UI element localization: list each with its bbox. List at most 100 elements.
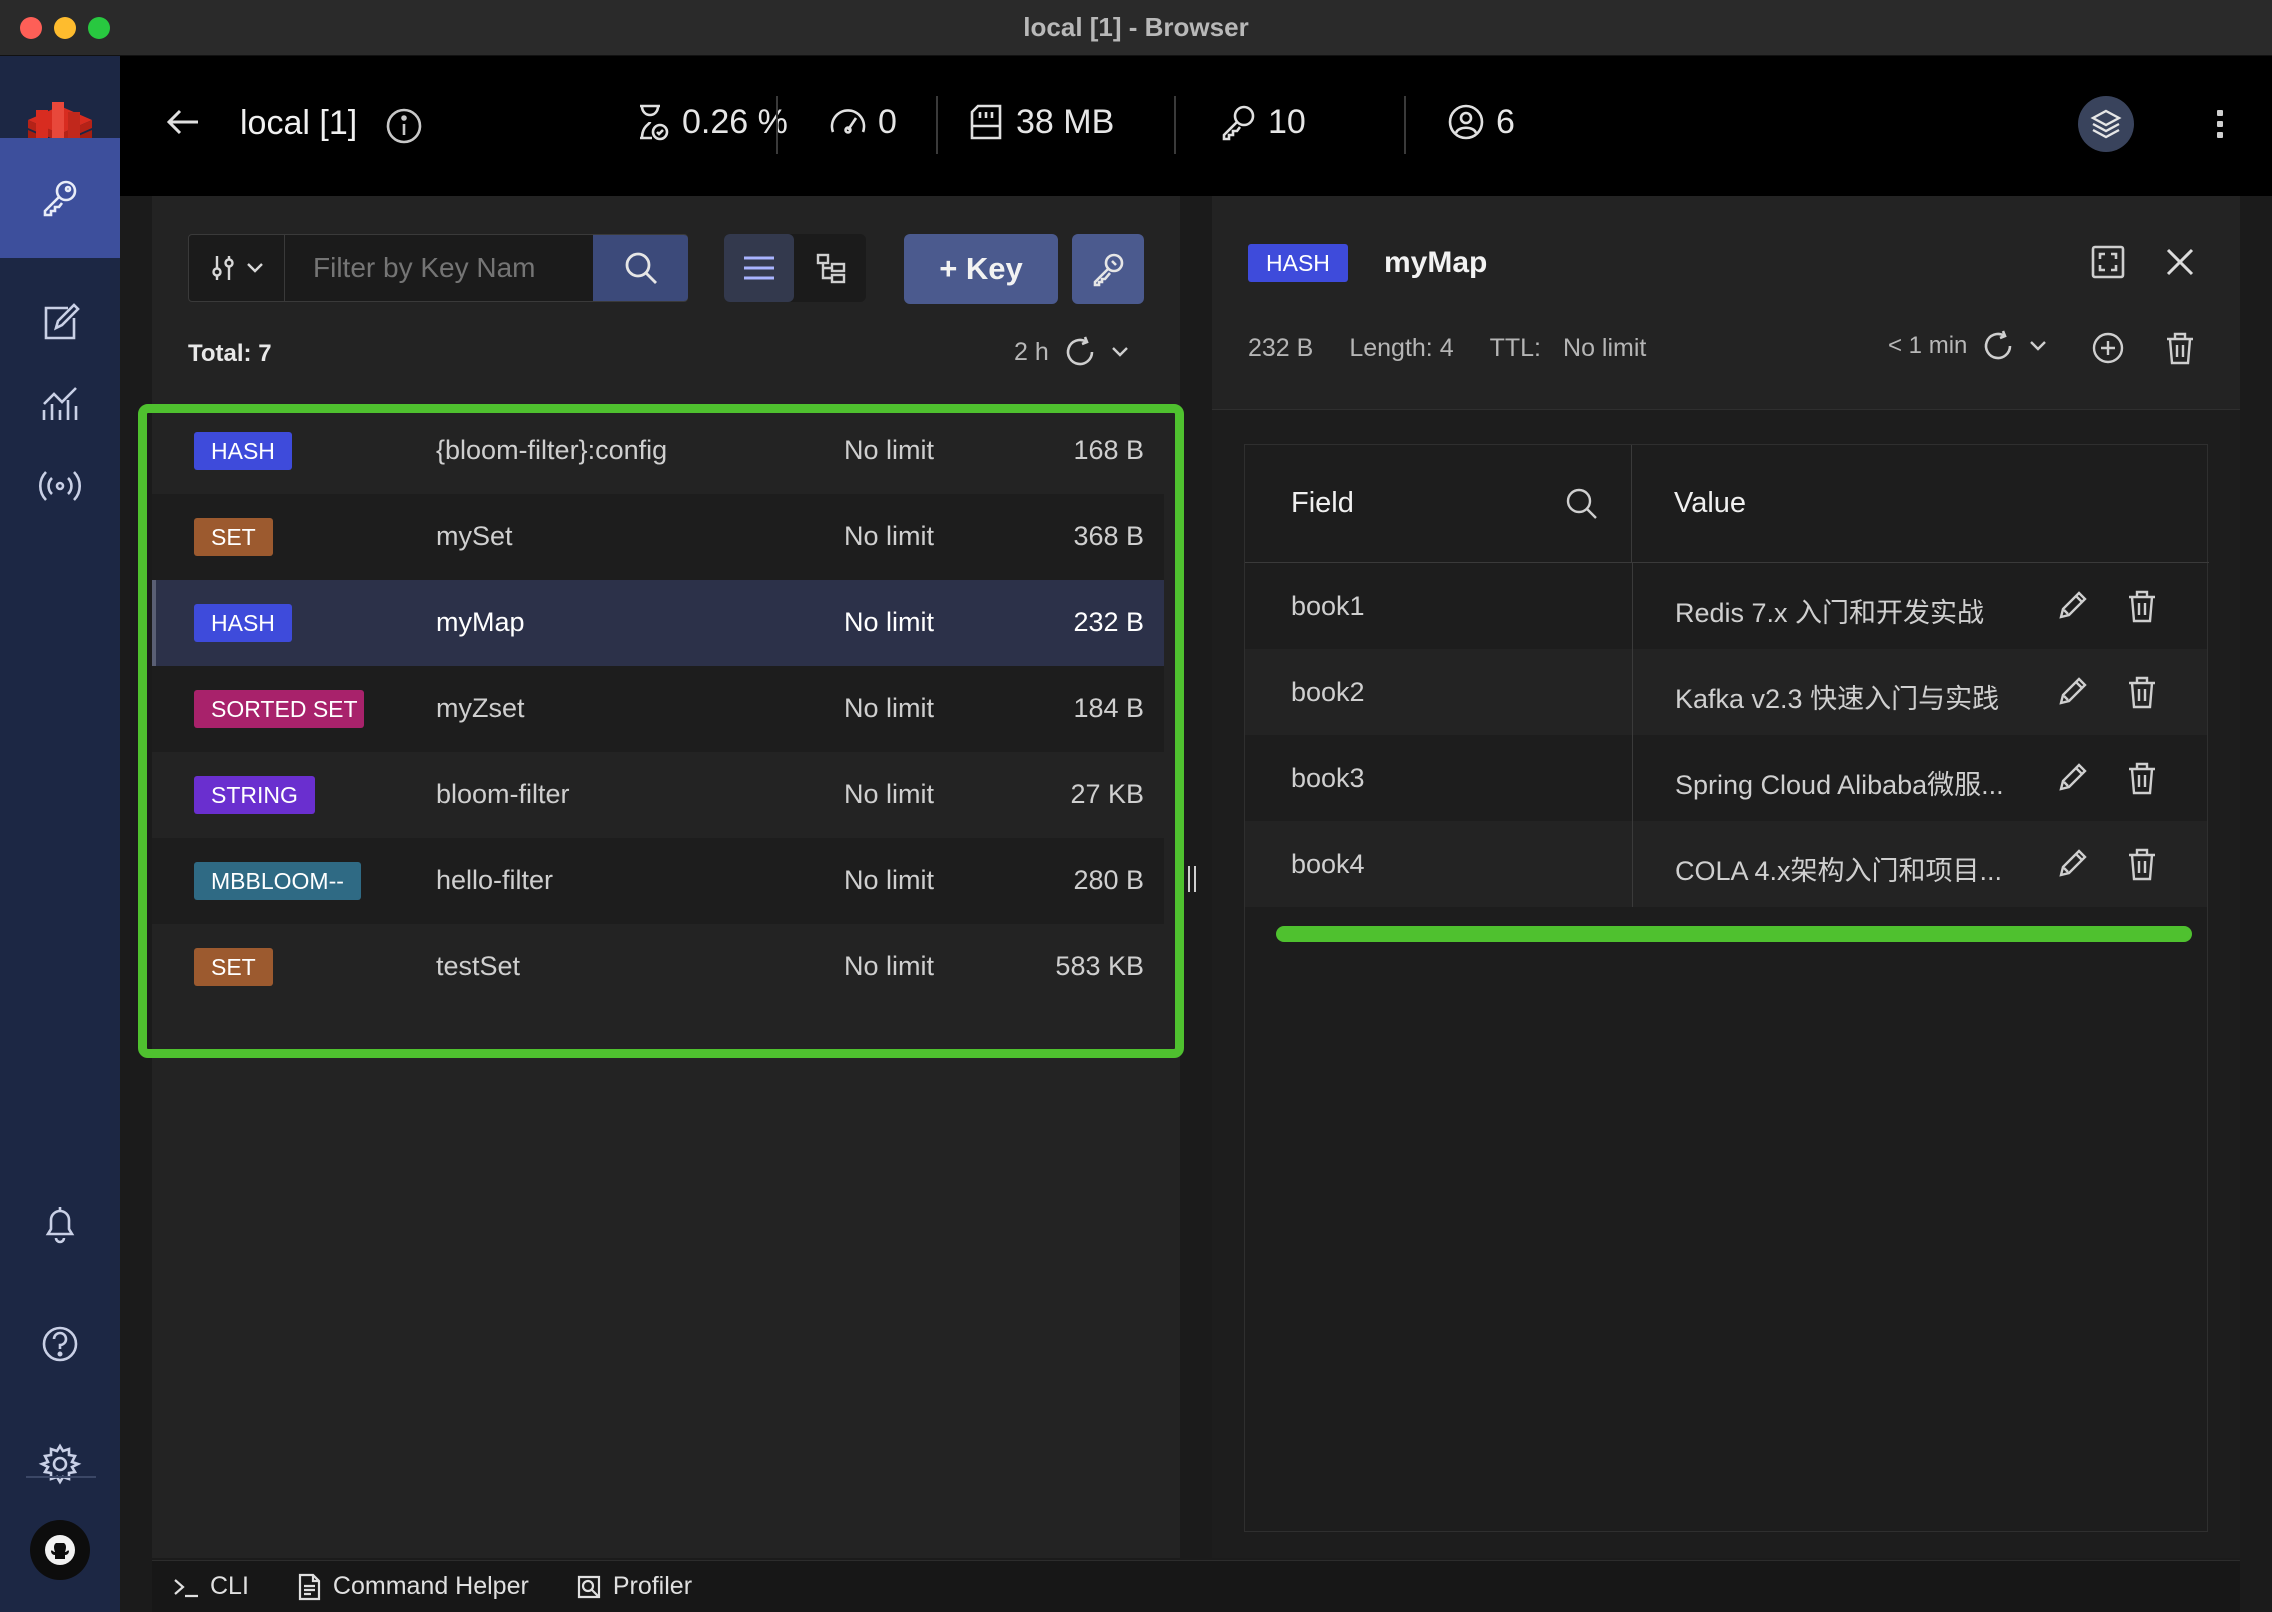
value-cell: COLA 4.x架构入门和项目... — [1675, 856, 2003, 886]
field-cell: book3 — [1291, 763, 1365, 793]
clients-stat: 6 — [1446, 100, 1515, 144]
key-row[interactable]: MBBLOOM-- hello-filter No limit 280 B — [152, 838, 1164, 924]
github-icon — [45, 1535, 75, 1565]
chart-icon — [42, 387, 78, 420]
key-type-badge: SORTED SET — [194, 690, 364, 728]
bell-icon — [45, 1207, 75, 1244]
field-column-header: Field — [1245, 445, 1632, 563]
pencil-icon[interactable] — [2053, 759, 2091, 797]
key-details-refresh: < 1 min — [1888, 326, 2047, 366]
ttl-value: No limit — [1563, 334, 1647, 362]
key-row[interactable]: SET mySet No limit 368 B — [152, 494, 1164, 580]
bottom-toolbar: CLI Command Helper Profiler — [152, 1560, 2240, 1612]
sidebar-item-settings[interactable] — [0, 1404, 120, 1524]
trash-icon[interactable] — [2162, 330, 2198, 366]
key-row[interactable]: SORTED SET myZset No limit 184 B — [152, 666, 1164, 752]
pencil-icon[interactable] — [2053, 845, 2091, 883]
key-row[interactable]: SET testSet No limit 583 KB — [152, 924, 1164, 1010]
key-name-title[interactable]: myMap — [1384, 246, 1487, 280]
sidebar-item-browser[interactable] — [0, 138, 120, 258]
sidebar-item-help[interactable] — [0, 1284, 120, 1404]
table-row: book4 COLA 4.x架构入门和项目... — [1245, 821, 2207, 907]
key-ttl: No limit — [844, 693, 935, 723]
key-name: myMap — [436, 607, 525, 637]
trash-icon[interactable] — [2123, 587, 2161, 625]
edit-document-icon — [44, 303, 80, 340]
trash-icon[interactable] — [2123, 759, 2161, 797]
key-row-selected[interactable]: HASH myMap No limit 232 B — [152, 580, 1164, 666]
chevron-down-icon — [246, 263, 263, 273]
clients-value: 6 — [1496, 102, 1515, 141]
cpu-stat: 0.26 % — [632, 100, 788, 144]
insights-button[interactable] — [2078, 96, 2134, 152]
document-icon — [298, 1573, 321, 1600]
ops-stat: 0 — [828, 100, 897, 144]
memory-card-icon — [970, 104, 1002, 140]
add-key-button[interactable]: + Key — [904, 234, 1058, 304]
database-name: local [1] — [240, 104, 358, 142]
close-icon[interactable] — [2160, 242, 2200, 282]
trash-icon[interactable] — [2123, 673, 2161, 711]
stat-separator — [1404, 96, 1406, 154]
field-cell: book4 — [1291, 849, 1365, 879]
panel-resize-handle[interactable] — [1188, 866, 1202, 892]
key-row[interactable]: STRING bloom-filter No limit 27 KB — [152, 752, 1164, 838]
column-divider — [1632, 735, 1633, 821]
refresh-icon[interactable] — [1063, 335, 1097, 369]
stat-separator — [1174, 96, 1176, 154]
stat-separator — [936, 96, 938, 154]
key-type-badge: HASH — [194, 604, 292, 642]
key-ttl: No limit — [844, 435, 935, 465]
bulk-actions-button[interactable] — [1072, 234, 1144, 304]
search-button[interactable] — [593, 235, 688, 301]
pencil-icon[interactable] — [2053, 673, 2091, 711]
last-refresh-time: 2 h — [1014, 337, 1049, 366]
key-row[interactable]: HASH {bloom-filter}:config No limit 168 … — [152, 408, 1164, 494]
chevron-down-icon[interactable] — [1111, 346, 1129, 358]
trash-icon[interactable] — [2123, 845, 2161, 883]
keys-value: 10 — [1268, 102, 1306, 141]
chevron-down-icon[interactable] — [2029, 340, 2047, 352]
ops-value: 0 — [878, 102, 897, 141]
more-vertical-icon[interactable] — [2200, 104, 2240, 144]
field-cell: book1 — [1291, 591, 1365, 621]
add-field-icon[interactable] — [2090, 330, 2126, 366]
fullscreen-icon[interactable] — [2088, 242, 2128, 282]
back-arrow-icon[interactable] — [164, 102, 204, 142]
cli-button[interactable]: CLI — [172, 1572, 249, 1601]
key-search-input[interactable] — [285, 235, 593, 301]
list-icon — [744, 256, 774, 280]
key-ttl: No limit — [844, 779, 935, 809]
key-type-filter-button[interactable] — [189, 235, 285, 301]
command-helper-button[interactable]: Command Helper — [295, 1572, 529, 1601]
github-link[interactable] — [30, 1520, 90, 1580]
ttl-label: TTL: — [1489, 334, 1542, 362]
info-icon[interactable] — [384, 106, 424, 146]
key-details-header: HASH myMap 232 B Length: 4 TTL: No limit… — [1212, 196, 2240, 410]
key-type-badge: SET — [194, 948, 273, 986]
cli-label: CLI — [210, 1572, 249, 1600]
pencil-icon[interactable] — [2053, 587, 2091, 625]
command-helper-label: Command Helper — [332, 1572, 529, 1600]
profiler-button[interactable]: Profiler — [575, 1572, 692, 1601]
key-type-badge: HASH — [1248, 244, 1348, 282]
list-view-button[interactable] — [724, 234, 794, 302]
key-ttl: No limit — [844, 607, 935, 637]
sidebar — [0, 56, 120, 1612]
sidebar-item-pubsub[interactable] — [0, 426, 120, 546]
filter-sliders-icon — [211, 256, 234, 280]
search-icon[interactable] — [1563, 485, 1601, 523]
refresh-icon[interactable] — [1981, 329, 2015, 363]
column-divider — [1632, 649, 1633, 735]
tree-view-button[interactable] — [796, 234, 866, 302]
key-ttl[interactable]: TTL: No limit — [1490, 334, 1647, 363]
key-size: 232 B — [1073, 607, 1144, 637]
table-row: book3 Spring Cloud Alibaba微服... — [1245, 735, 2207, 821]
layers-icon — [2090, 109, 2122, 139]
value-cell: Spring Cloud Alibaba微服... — [1675, 770, 2004, 800]
key-name: {bloom-filter}:config — [436, 435, 668, 465]
key-name: hello-filter — [436, 865, 554, 895]
key-ttl: No limit — [844, 951, 935, 981]
value-header-label: Value — [1674, 487, 1747, 519]
sidebar-item-notifications[interactable] — [0, 1164, 120, 1284]
